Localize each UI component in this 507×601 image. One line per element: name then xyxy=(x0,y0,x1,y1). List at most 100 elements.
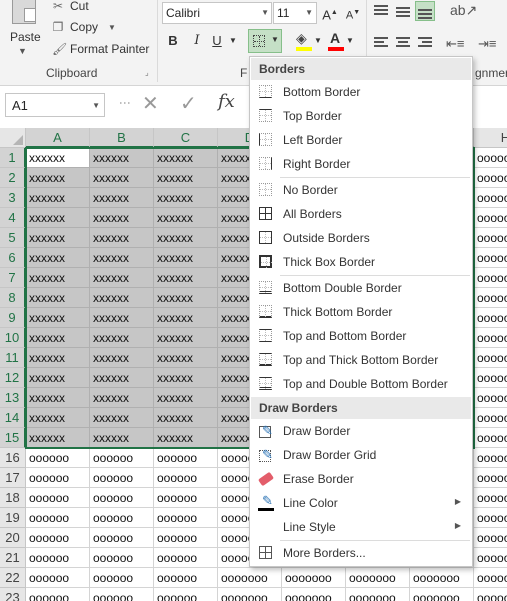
table-cell[interactable]: oooooo xyxy=(474,548,507,568)
table-cell[interactable]: xxxxxx xyxy=(26,148,90,168)
table-cell[interactable]: xxxxxx xyxy=(26,348,90,368)
row-header[interactable]: 5 xyxy=(0,228,26,248)
table-cell[interactable]: oooooo xyxy=(474,348,507,368)
row-header[interactable]: 16 xyxy=(0,448,26,468)
table-cell[interactable]: xxxxxx xyxy=(26,328,90,348)
table-cell[interactable]: oooooo xyxy=(90,448,154,468)
orientation-icon[interactable]: ab↗ xyxy=(450,2,477,19)
chevron-down-icon[interactable]: ▼ xyxy=(18,46,27,56)
menu-item-top-bottom-border[interactable]: Top and Bottom Border xyxy=(251,324,471,348)
table-cell[interactable]: xxxxxx xyxy=(26,288,90,308)
chevron-down-icon[interactable]: ▼ xyxy=(271,35,279,44)
table-cell[interactable]: xxxxxx xyxy=(26,368,90,388)
chevron-down-icon[interactable]: ▼ xyxy=(261,8,269,17)
table-cell[interactable]: xxxxxx xyxy=(90,308,154,328)
table-cell[interactable]: oooooo xyxy=(474,448,507,468)
table-cell[interactable]: xxxxxx xyxy=(90,388,154,408)
menu-item-draw-border-grid[interactable]: ✎ Draw Border Grid xyxy=(251,443,471,467)
table-cell[interactable]: xxxxxx xyxy=(154,188,218,208)
table-cell[interactable]: oooooo xyxy=(474,148,507,168)
row-header[interactable]: 10 xyxy=(0,328,26,348)
align-top-icon[interactable] xyxy=(372,2,390,20)
table-cell[interactable]: xxxxxx xyxy=(154,288,218,308)
table-cell[interactable]: oooooo xyxy=(474,328,507,348)
table-cell[interactable]: ooooooo xyxy=(410,568,474,588)
menu-item-top-double-bottom-border[interactable]: Top and Double Bottom Border xyxy=(251,372,471,396)
table-cell[interactable]: xxxxxx xyxy=(154,248,218,268)
table-cell[interactable]: xxxxxx xyxy=(90,428,154,448)
menu-item-erase-border[interactable]: Erase Border xyxy=(251,467,471,491)
table-cell[interactable]: oooooo xyxy=(90,568,154,588)
row-header[interactable]: 3 xyxy=(0,188,26,208)
table-cell[interactable]: oooooo xyxy=(474,368,507,388)
table-cell[interactable]: ooooooo xyxy=(474,568,507,588)
column-header[interactable]: B xyxy=(90,128,154,148)
menu-item-thick-bottom-border[interactable]: Thick Bottom Border xyxy=(251,300,471,324)
table-cell[interactable]: xxxxxx xyxy=(154,308,218,328)
table-cell[interactable]: xxxxxx xyxy=(90,328,154,348)
table-cell[interactable]: oooooo xyxy=(26,548,90,568)
column-header[interactable]: H xyxy=(474,128,507,148)
table-cell[interactable]: xxxxxx xyxy=(90,208,154,228)
table-cell[interactable]: oooooo xyxy=(474,508,507,528)
row-header[interactable]: 4 xyxy=(0,208,26,228)
menu-item-right-border[interactable]: Right Border xyxy=(251,152,471,176)
menu-item-thick-box-border[interactable]: Thick Box Border xyxy=(251,250,471,274)
table-cell[interactable]: oooooo xyxy=(474,188,507,208)
row-header[interactable]: 2 xyxy=(0,168,26,188)
table-cell[interactable]: xxxxxx xyxy=(26,408,90,428)
cut-button[interactable]: ✂ Cut xyxy=(52,0,89,16)
table-cell[interactable]: oooooo xyxy=(154,588,218,601)
table-cell[interactable]: oooooo xyxy=(474,288,507,308)
menu-item-no-border[interactable]: No Border xyxy=(251,178,471,202)
table-cell[interactable]: xxxxxx xyxy=(154,148,218,168)
table-cell[interactable]: oooooo xyxy=(474,388,507,408)
table-cell[interactable]: xxxxxx xyxy=(26,268,90,288)
align-left-icon[interactable] xyxy=(372,33,390,51)
chevron-down-icon[interactable]: ▼ xyxy=(92,101,100,110)
chevron-down-icon[interactable]: ▼ xyxy=(228,30,238,52)
dialog-launcher-icon[interactable]: ⌟ xyxy=(145,68,149,77)
table-cell[interactable]: oooooo xyxy=(90,548,154,568)
table-cell[interactable]: xxxxxx xyxy=(90,188,154,208)
table-cell[interactable]: oooooo xyxy=(474,168,507,188)
fill-color-button[interactable]: ◈ ▼ xyxy=(294,30,324,52)
table-cell[interactable]: xxxxxx xyxy=(154,348,218,368)
row-header[interactable]: 14 xyxy=(0,408,26,428)
table-cell[interactable]: oooooo xyxy=(474,268,507,288)
table-cell[interactable]: oooooo xyxy=(26,588,90,601)
increase-indent-icon[interactable]: ⇥≡ xyxy=(478,36,496,52)
table-cell[interactable]: xxxxxx xyxy=(26,248,90,268)
table-cell[interactable]: xxxxxx xyxy=(154,408,218,428)
table-cell[interactable]: oooooo xyxy=(154,568,218,588)
table-cell[interactable]: oooooo xyxy=(26,488,90,508)
table-cell[interactable]: oooooo xyxy=(154,488,218,508)
table-cell[interactable]: xxxxxx xyxy=(154,268,218,288)
table-cell[interactable]: ooooooo xyxy=(474,588,507,601)
menu-item-left-border[interactable]: Left Border xyxy=(251,128,471,152)
menu-item-line-style[interactable]: Line Style ▶ xyxy=(251,515,471,539)
borders-button[interactable]: ▼ xyxy=(248,29,282,53)
insert-function-button[interactable]: fx xyxy=(218,91,235,112)
row-header[interactable]: 22 xyxy=(0,568,26,588)
table-cell[interactable]: xxxxxx xyxy=(90,168,154,188)
row-header[interactable]: 7 xyxy=(0,268,26,288)
increase-font-size-button[interactable]: A▲ xyxy=(320,2,340,24)
table-cell[interactable]: oooooo xyxy=(474,488,507,508)
table-cell[interactable]: oooooo xyxy=(154,548,218,568)
table-cell[interactable]: oooooo xyxy=(26,508,90,528)
table-cell[interactable]: oooooo xyxy=(154,508,218,528)
table-cell[interactable]: xxxxxx xyxy=(90,408,154,428)
table-cell[interactable]: oooooo xyxy=(474,228,507,248)
table-cell[interactable]: oooooo xyxy=(154,468,218,488)
table-cell[interactable]: oooooo xyxy=(474,248,507,268)
table-cell[interactable]: xxxxxx xyxy=(90,368,154,388)
table-cell[interactable]: ooooooo xyxy=(410,588,474,601)
menu-item-line-color[interactable]: ✎ Line Color ▶ xyxy=(251,491,471,515)
row-header[interactable]: 20 xyxy=(0,528,26,548)
table-cell[interactable]: oooooo xyxy=(90,528,154,548)
chevron-down-icon[interactable]: ▼ xyxy=(314,36,322,45)
copy-button[interactable]: ❐ Copy ▼ xyxy=(52,17,116,37)
menu-item-top-border[interactable]: Top Border xyxy=(251,104,471,128)
table-cell[interactable]: ooooooo xyxy=(346,568,410,588)
